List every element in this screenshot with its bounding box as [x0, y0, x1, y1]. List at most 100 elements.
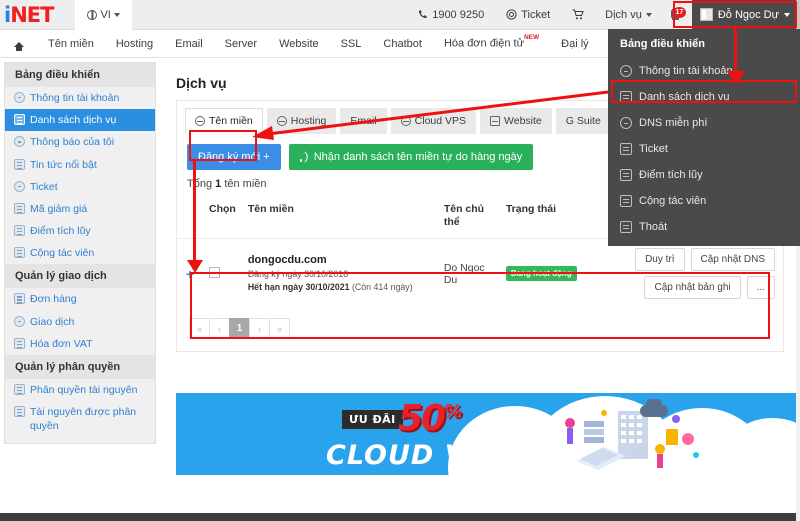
- top-bar-right: 1900 9250 Ticket Dịch vụ 17 Đỗ Ngọc Dự: [406, 0, 800, 30]
- tab-g-suite[interactable]: G Suite: [555, 108, 611, 134]
- nav-item-email[interactable]: Email: [164, 38, 214, 50]
- pagination-last[interactable]: »: [269, 318, 290, 340]
- dropdown-item-ticket[interactable]: Ticket: [608, 136, 800, 162]
- nav-item-home[interactable]: [0, 38, 37, 51]
- footer-bar: [0, 513, 800, 521]
- pagination-first[interactable]: «: [189, 318, 210, 340]
- tab-label: Tên miền: [209, 115, 253, 127]
- language-selector[interactable]: VI: [75, 0, 132, 30]
- tab-email[interactable]: Email: [340, 108, 387, 134]
- brand-logo[interactable]: iNET: [0, 2, 54, 27]
- dropdown-item-thong-tin-tai-khoan[interactable]: Thông tin tài khoản: [608, 58, 800, 84]
- col-expand: [177, 199, 203, 239]
- sidebar-item-phan-quyen-tai-nguyen[interactable]: Phân quyền tài nguyên: [5, 379, 155, 401]
- row-actions: Duy trì Cập nhật DNS Cập nhật bản ghi ..…: [609, 238, 783, 309]
- dropdown-item-dns-mien-phi[interactable]: DNS miễn phí: [608, 110, 800, 136]
- tab-ten-mien[interactable]: Tên miền: [185, 108, 263, 134]
- dropdown-title: Bảng điều khiển: [620, 38, 705, 50]
- nav-item-website[interactable]: Website: [268, 38, 330, 50]
- sidebar-item-tai-nguyen-duoc-phan-quyen[interactable]: Tài nguyên được phân quyền: [5, 401, 155, 437]
- sidebar-item-danh-sach-dich-vu[interactable]: Danh sách dịch vụ: [5, 109, 155, 132]
- notification-badge: 17: [673, 7, 686, 18]
- row-expand-button[interactable]: +: [177, 238, 203, 309]
- dropdown-item-danh-sach-dich-vu[interactable]: Danh sách dịch vụ: [608, 84, 800, 110]
- points-icon: [620, 169, 632, 181]
- nav-item-ten-mien[interactable]: Tên miền: [37, 38, 105, 50]
- sidebar: Bảng điều khiển Thông tin tài khoản Danh…: [4, 62, 156, 445]
- nav-label: Hosting: [115, 37, 154, 50]
- update-record-button[interactable]: Cập nhật bản ghi: [644, 276, 741, 300]
- dropdown-item-cong-tac-vien[interactable]: Cộng tác viên: [608, 188, 800, 214]
- tab-label: Email: [350, 115, 377, 127]
- sidebar-item-ma-giam-gia[interactable]: Mã giảm giá: [5, 198, 155, 220]
- service-menu[interactable]: Dịch vụ: [594, 9, 663, 21]
- ticket-icon: [14, 180, 25, 192]
- tab-label: Website: [504, 115, 542, 127]
- logo-net: NET: [10, 2, 54, 27]
- notifications-button[interactable]: 17: [663, 7, 692, 21]
- sidebar-item-thong-bao-cua-toi[interactable]: Thông báo của tôi: [5, 131, 155, 153]
- dropdown-item-label: Thoát: [639, 221, 668, 233]
- nav-item-chatbot[interactable]: Chatbot: [372, 38, 433, 50]
- pagination-prev[interactable]: ‹: [209, 318, 230, 340]
- row-actions-line1: Duy trì Cập nhật DNS: [616, 248, 775, 272]
- hotline[interactable]: 1900 9250: [406, 9, 495, 21]
- ticket-icon: [620, 143, 632, 155]
- logout-icon: [620, 221, 632, 233]
- nav-item-ssl[interactable]: SSL: [330, 38, 373, 50]
- ticket-link[interactable]: Ticket: [495, 9, 561, 21]
- tab-label: Cloud VPS: [414, 115, 467, 127]
- sidebar-item-label: Phân quyền tài nguyên: [30, 383, 138, 396]
- dropdown-item-label: Danh sách dịch vụ: [639, 91, 730, 103]
- dropdown-item-thoat[interactable]: Thoát: [608, 214, 800, 240]
- renew-button[interactable]: Duy trì: [635, 248, 685, 272]
- sidebar-item-thong-tin-tai-khoan[interactable]: Thông tin tài khoản: [5, 87, 155, 109]
- get-free-domain-list-button[interactable]: Nhận danh sách tên miền tự do hàng ngày: [288, 144, 534, 170]
- language-label: VI: [100, 8, 111, 21]
- register-new-button[interactable]: Đăng ký mới +: [187, 144, 281, 170]
- resource-icon: [14, 406, 25, 418]
- user-menu-button[interactable]: Đỗ Ngọc Dự: [691, 0, 800, 30]
- nav-label: Website: [279, 37, 319, 50]
- nav-item-hosting[interactable]: Hosting: [105, 38, 164, 50]
- sidebar-item-label: Thông tin tài khoản: [30, 92, 120, 104]
- domain-expiry: Hết hạn ngày 30/10/2021 (Còn 414 ngày): [248, 281, 432, 294]
- user-dropdown-menu: Bảng điều khiển Thông tin tài khoản Danh…: [608, 29, 800, 246]
- tab-cloud-vps[interactable]: Cloud VPS: [390, 108, 477, 134]
- promo-banner[interactable]: ƯU ĐÃI 50% CLOUD VPS: [176, 393, 796, 475]
- nav-item-hoa-don-dien-tu[interactable]: Hóa đơn điện tửNEW: [433, 34, 550, 50]
- globe-icon: [195, 116, 205, 126]
- collaborator-icon: [620, 195, 632, 207]
- domain-name[interactable]: dongocdu.com: [248, 254, 432, 266]
- sidebar-item-cong-tac-vien[interactable]: Cộng tác viên: [5, 242, 155, 264]
- dropdown-item-label: Thông tin tài khoản: [639, 65, 733, 77]
- cart-link[interactable]: [561, 9, 594, 20]
- bell-circle-icon: [14, 136, 25, 148]
- tab-website[interactable]: Website: [480, 108, 552, 134]
- more-actions-button[interactable]: ...: [746, 276, 775, 300]
- top-bar: iNET VI 1900 9250 Ticket Dịch vụ 17 Đỗ N…: [0, 0, 800, 30]
- col-status: Trạng thái: [505, 203, 557, 215]
- sidebar-item-diem-tich-luy[interactable]: Điểm tích lũy: [5, 220, 155, 242]
- hotline-number: 1900 9250: [432, 8, 485, 21]
- sidebar-item-don-hang[interactable]: Đơn hàng: [5, 288, 155, 310]
- news-icon: [14, 158, 25, 170]
- nav-item-server[interactable]: Server: [214, 38, 268, 50]
- button-label: Nhận danh sách tên miền tự do hàng ngày: [313, 151, 523, 163]
- pagination-next[interactable]: ›: [249, 318, 270, 340]
- tab-hosting[interactable]: Hosting: [266, 108, 337, 134]
- sidebar-section-title: Quản lý giao dịch: [5, 264, 155, 289]
- invoice-icon: [14, 337, 25, 349]
- pagination-page-1[interactable]: 1: [229, 318, 250, 340]
- banner-offer-tag: ƯU ĐÃI: [342, 410, 403, 429]
- update-dns-button[interactable]: Cập nhật DNS: [690, 248, 775, 272]
- dropdown-item-diem-tich-luy[interactable]: Điểm tích lũy: [608, 162, 800, 188]
- sidebar-item-ticket[interactable]: Ticket: [5, 176, 155, 198]
- globe-icon: [87, 9, 98, 20]
- sidebar-item-hoa-don-vat[interactable]: Hóa đơn VAT: [5, 333, 155, 355]
- row-checkbox[interactable]: [209, 266, 220, 278]
- cloud-icon: [400, 116, 411, 126]
- sidebar-item-giao-dich[interactable]: Giao dịch: [5, 311, 155, 333]
- sidebar-item-tin-tuc-noi-bat[interactable]: Tin tức nổi bật: [5, 154, 155, 176]
- nav-item-dai-ly[interactable]: Đại lý: [550, 38, 600, 50]
